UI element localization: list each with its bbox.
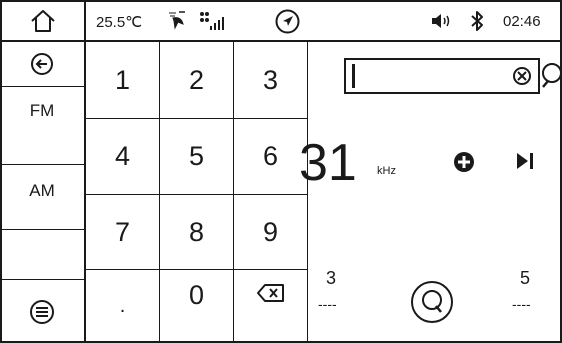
key-0[interactable]: 0 [160,270,234,343]
backspace-icon [256,284,284,302]
sidebar: FM AM [0,42,86,343]
volume-icon [432,14,450,28]
home-button[interactable] [0,0,86,42]
preset-3-name[interactable]: ---- [318,296,337,312]
scan-search-icon[interactable] [410,280,454,324]
frequency-display: 31 [299,134,357,192]
key-3[interactable]: 3 [234,42,308,119]
bluetooth-icon [471,11,483,31]
text-cursor [352,64,355,88]
am-label: AM [29,181,55,200]
key-5[interactable]: 5 [160,119,234,195]
back-arrow-icon [31,53,53,75]
frequency-search-input[interactable] [344,58,540,94]
preset-5-number[interactable]: 5 [520,268,530,289]
key-9[interactable]: 9 [234,195,308,270]
add-favorite-icon[interactable] [452,150,476,174]
weather-icon [169,11,185,30]
menu-button[interactable] [0,280,84,343]
clear-input-icon[interactable] [512,66,532,86]
am-band-button[interactable]: AM [0,165,84,230]
key-1[interactable]: 1 [86,42,160,119]
temperature-readout: 25.5℃ [96,14,143,31]
preset-5-name[interactable]: ---- [512,296,531,312]
key-decimal[interactable]: . [86,270,160,343]
key-4[interactable]: 4 [86,119,160,195]
home-icon [31,10,55,32]
key-backspace[interactable] [234,270,308,343]
preset-3-number[interactable]: 3 [326,268,336,289]
key-2[interactable]: 2 [160,42,234,119]
key-8[interactable]: 8 [160,195,234,270]
key-6[interactable]: 6 [234,119,308,195]
signal-strength-icon [200,12,224,30]
seek-next-icon[interactable] [515,151,535,171]
clock: 02:46 [503,13,541,30]
list-menu-icon [30,299,54,324]
numeric-keypad: 1 2 3 4 5 6 7 8 9 . 0 [86,42,308,343]
navigation-icon[interactable] [275,9,300,34]
frequency-unit: kHz [377,165,396,177]
fm-band-button[interactable]: FM [0,87,84,165]
sidebar-empty-slot [0,230,84,280]
fm-label: FM [29,101,55,120]
key-7[interactable]: 7 [86,195,160,270]
search-icon[interactable] [540,62,562,90]
back-button[interactable] [0,42,84,87]
